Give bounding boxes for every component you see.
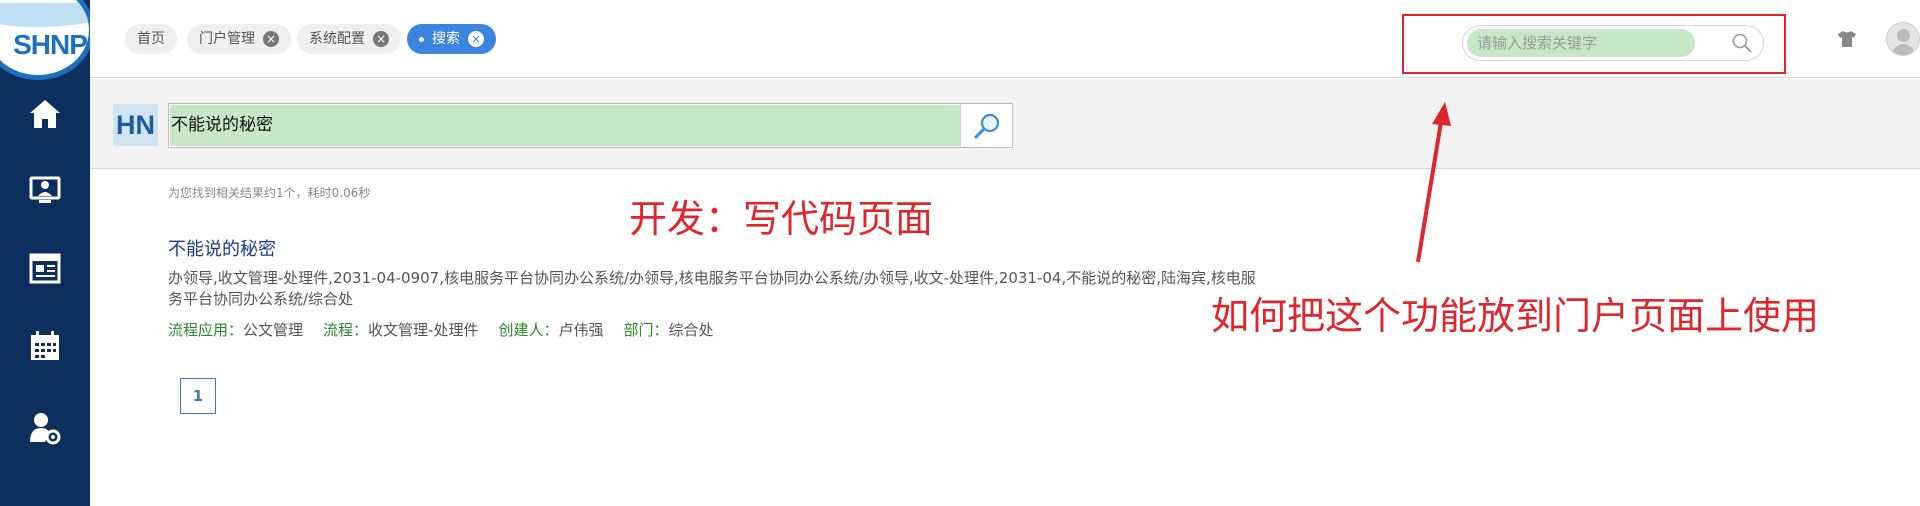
close-icon[interactable]: × xyxy=(263,31,279,47)
news-icon[interactable] xyxy=(27,250,63,286)
active-dot-icon xyxy=(419,36,424,42)
tab-home[interactable]: 首页 xyxy=(125,24,177,54)
result-title-link[interactable]: 不能说的秘密 xyxy=(168,235,276,261)
user-settings-icon[interactable] xyxy=(27,410,63,446)
close-icon[interactable]: × xyxy=(468,31,484,47)
search-placeholder: 请输入搜索关键字 xyxy=(1477,34,1598,52)
monitor-user-icon[interactable] xyxy=(27,172,63,208)
logo[interactable]: SHNP xyxy=(0,0,94,80)
search-button[interactable] xyxy=(960,104,1012,147)
meta-item: 流程应用：公文管理 xyxy=(168,321,304,339)
annotation-highlight-box: 请输入搜索关键字 xyxy=(1402,14,1786,74)
result-stats: 为您找到相关结果约1个，耗时0.06秒 xyxy=(168,186,371,200)
theme-shirt-icon[interactable] xyxy=(1836,28,1858,50)
search-band: HN 不能说的秘密 xyxy=(90,79,1920,169)
annotation-question: 如何把这个功能放到门户页面上使用 xyxy=(1211,294,1820,338)
main-search-input[interactable]: 不能说的秘密 xyxy=(168,103,1013,148)
tab-label: 首页 xyxy=(137,31,165,47)
home-icon[interactable] xyxy=(27,96,63,132)
meta-item: 部门：综合处 xyxy=(623,321,714,339)
avatar-body xyxy=(1892,44,1915,55)
calendar-icon[interactable] xyxy=(27,328,63,364)
search-icon[interactable] xyxy=(1731,32,1753,54)
top-bar: 首页 门户管理 × 系统配置 × 搜索 × 请输入搜索关键字 xadmin xyxy=(90,0,1920,78)
pagination-page-button[interactable]: 1 xyxy=(180,378,216,414)
tab-system-config[interactable]: 系统配置 × xyxy=(297,24,401,54)
meta-item: 创建人：卢伟强 xyxy=(498,321,604,339)
tab-label: 门户管理 xyxy=(199,31,255,47)
sidebar: SHNP xyxy=(0,0,94,506)
logo-text: SHNP xyxy=(13,29,88,60)
tab-label: 系统配置 xyxy=(309,31,365,47)
search-logo: HN xyxy=(113,104,158,146)
close-icon[interactable]: × xyxy=(373,31,389,47)
tab-portal-management[interactable]: 门户管理 × xyxy=(187,24,291,54)
result-meta: 流程应用：公文管理 流程：收文管理-处理件 创建人：卢伟强 部门：综合处 xyxy=(168,319,714,340)
meta-item: 流程：收文管理-处理件 xyxy=(323,321,479,339)
tab-search[interactable]: 搜索 × xyxy=(407,24,496,54)
avatar-head xyxy=(1897,29,1910,42)
header-search-input[interactable]: 请输入搜索关键字 xyxy=(1462,25,1764,61)
annotation-dev-note: 开发：写代码页面 xyxy=(629,197,934,241)
tab-label: 搜索 xyxy=(432,31,460,47)
avatar[interactable] xyxy=(1886,22,1920,56)
input-highlight xyxy=(170,105,960,146)
annotation-arrow-icon xyxy=(1416,102,1451,263)
search-icon xyxy=(974,113,1000,139)
logo-wave xyxy=(0,3,89,27)
search-query: 不能说的秘密 xyxy=(171,115,273,135)
result-snippet: 办领导,收文管理-处理件,2031-04-0907,核电服务平台协同办公系统/办… xyxy=(168,269,1256,308)
